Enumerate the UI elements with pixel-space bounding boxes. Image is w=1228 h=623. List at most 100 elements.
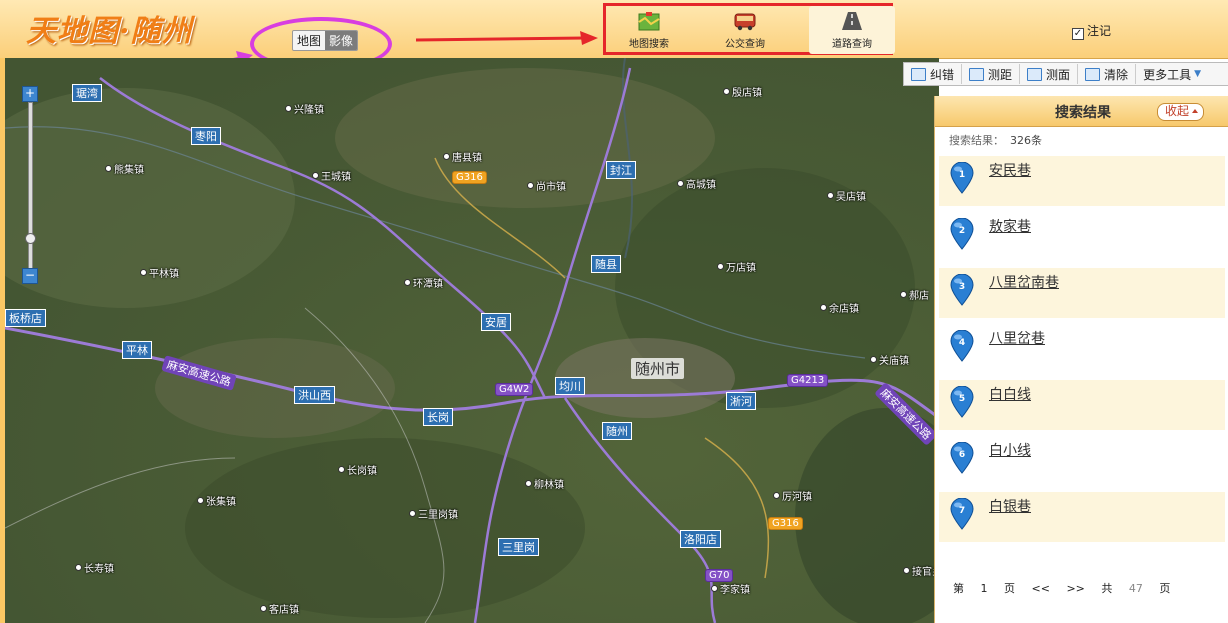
result-item[interactable]: 3 八里岔南巷	[939, 268, 1225, 318]
results-count: 326条	[1010, 134, 1042, 147]
map-pin-icon[interactable]: 1	[949, 161, 975, 194]
place-label[interactable]: 洛阳店	[680, 530, 721, 548]
ruler-icon	[969, 67, 985, 81]
map-search-tool[interactable]: 地图搜索	[606, 6, 692, 54]
map-toolbar: 纠错 测距 测面 清除 更多工具 ▼	[903, 62, 1228, 86]
town-label[interactable]: 柳林镇	[525, 476, 564, 491]
city-label[interactable]: 随州市	[631, 358, 685, 379]
measure-distance-button[interactable]: 测距	[962, 64, 1021, 84]
map-pin-icon[interactable]: 5	[949, 385, 975, 418]
town-label[interactable]: 唐县镇	[443, 149, 482, 164]
zoom-slider-handle[interactable]	[25, 233, 36, 244]
zoom-out-button[interactable]: −	[22, 268, 38, 284]
town-label[interactable]: 熊集镇	[105, 161, 144, 176]
town-label[interactable]: 吴店镇	[827, 188, 866, 203]
pagination: 第 1 页 << >> 共 47 页	[953, 582, 1171, 595]
bus-query-tool[interactable]: 公交查询	[702, 6, 788, 54]
correction-button[interactable]: 纠错	[904, 64, 963, 84]
collapse-button[interactable]: 收起	[1157, 103, 1205, 121]
zoom-in-button[interactable]: +	[22, 86, 38, 102]
town-label[interactable]: 长寿镇	[75, 560, 114, 575]
results-title: 搜索结果	[1055, 105, 1111, 121]
result-name[interactable]: 敖家巷	[989, 216, 1031, 236]
highway-shield: G316	[452, 171, 487, 184]
map-search-icon	[638, 12, 660, 31]
current-page: 1	[980, 582, 988, 595]
next-page-button[interactable]: >>	[1066, 582, 1084, 595]
place-label[interactable]: 板桥店	[5, 309, 46, 327]
place-label[interactable]: 封江	[606, 161, 636, 179]
header-bar: 天地图·随州 地图 影像 地图搜索 公交查询 道路查询 ✓ 注记	[0, 0, 1228, 78]
place-label[interactable]: 洪山西	[294, 386, 335, 404]
town-label[interactable]: 兴隆镇	[285, 101, 324, 116]
map-pin-icon[interactable]: 4	[949, 329, 975, 362]
zoom-control: + −	[22, 86, 38, 284]
bus-icon	[734, 13, 756, 31]
checkbox-checked-icon[interactable]: ✓	[1072, 28, 1084, 40]
place-label[interactable]: 随州	[602, 422, 632, 440]
result-name[interactable]: 白小线	[989, 440, 1031, 460]
place-label[interactable]: 琚湾	[72, 84, 102, 102]
result-name[interactable]: 白银巷	[989, 496, 1031, 516]
place-label[interactable]: 淅河	[726, 392, 756, 410]
highway-shield: G4W2	[495, 383, 534, 396]
town-label[interactable]: 环潭镇	[404, 275, 443, 290]
prev-page-button[interactable]: <<	[1032, 582, 1050, 595]
results-summary: 搜索结果： 326条	[949, 134, 1042, 147]
result-name[interactable]: 安民巷	[989, 160, 1031, 180]
town-label[interactable]: 王城镇	[312, 168, 351, 183]
town-label[interactable]: 三里岗镇	[409, 506, 458, 521]
highway-shield: G70	[705, 569, 734, 582]
town-label[interactable]: 高城镇	[677, 176, 716, 191]
measure-area-button[interactable]: 测面	[1020, 64, 1079, 84]
place-label[interactable]: 均川	[555, 377, 585, 395]
more-tools-button[interactable]: 更多工具 ▼	[1136, 64, 1208, 84]
chevron-down-icon: ▼	[1194, 69, 1201, 79]
satellite-map[interactable]: 琚湾 枣阳 封江 随县 安居 平林 洪山西 长岗 均川 淅河 随州 三里岗 洛阳…	[5, 58, 939, 623]
results-header: 搜索结果 收起	[935, 96, 1228, 127]
map-pin-icon[interactable]: 2	[949, 217, 975, 250]
place-label[interactable]: 平林	[122, 341, 152, 359]
town-label[interactable]: 平林镇	[140, 265, 179, 280]
clear-button[interactable]: 清除	[1078, 64, 1137, 84]
place-label[interactable]: 安居	[481, 313, 511, 331]
result-item[interactable]: 2 敖家巷	[939, 212, 1225, 262]
map-pin-icon[interactable]: 7	[949, 497, 975, 530]
search-results-panel: 搜索结果 收起 搜索结果： 326条 1 安民巷 2 敖家巷 3 八里岔南巷 4 …	[934, 96, 1228, 623]
town-label[interactable]: 李家镇	[711, 581, 750, 596]
result-name[interactable]: 八里岔巷	[989, 328, 1045, 348]
clear-icon	[1085, 67, 1101, 81]
result-name[interactable]: 白白线	[989, 384, 1031, 404]
place-label[interactable]: 长岗	[423, 408, 453, 426]
town-label[interactable]: 张集镇	[197, 493, 236, 508]
area-icon	[1027, 67, 1043, 81]
query-tools-box: 地图搜索 公交查询 道路查询	[603, 3, 895, 55]
correction-icon	[911, 67, 926, 81]
result-item[interactable]: 6 白小线	[939, 436, 1225, 486]
map-pin-icon[interactable]: 6	[949, 441, 975, 474]
annotation-toggle[interactable]: ✓ 注记	[1072, 22, 1111, 40]
result-item[interactable]: 1 安民巷	[939, 156, 1225, 206]
result-item[interactable]: 5 白白线	[939, 380, 1225, 430]
place-label[interactable]: 枣阳	[191, 127, 221, 145]
result-name[interactable]: 八里岔南巷	[989, 272, 1059, 292]
road-icon	[842, 12, 862, 30]
place-label[interactable]: 三里岗	[498, 538, 539, 556]
town-label[interactable]: 客店镇	[260, 601, 299, 616]
town-label[interactable]: 郝店	[900, 287, 929, 302]
road-query-tool[interactable]: 道路查询	[809, 6, 895, 54]
town-label[interactable]: 尚市镇	[527, 178, 566, 193]
town-label[interactable]: 余店镇	[820, 300, 859, 315]
highway-shield: G4213	[787, 374, 829, 387]
map-pin-icon[interactable]: 3	[949, 273, 975, 306]
town-label[interactable]: 长岗镇	[338, 462, 377, 477]
town-label[interactable]: 殷店镇	[723, 84, 762, 99]
place-label[interactable]: 随县	[591, 255, 621, 273]
zoom-track[interactable]	[28, 102, 33, 270]
town-label[interactable]: 厉河镇	[773, 488, 812, 503]
town-label[interactable]: 关庙镇	[870, 352, 909, 367]
result-item[interactable]: 7 白银巷	[939, 492, 1225, 542]
result-item[interactable]: 4 八里岔巷	[939, 324, 1225, 374]
town-label[interactable]: 万店镇	[717, 259, 756, 274]
highway-shield: G316	[768, 517, 803, 530]
